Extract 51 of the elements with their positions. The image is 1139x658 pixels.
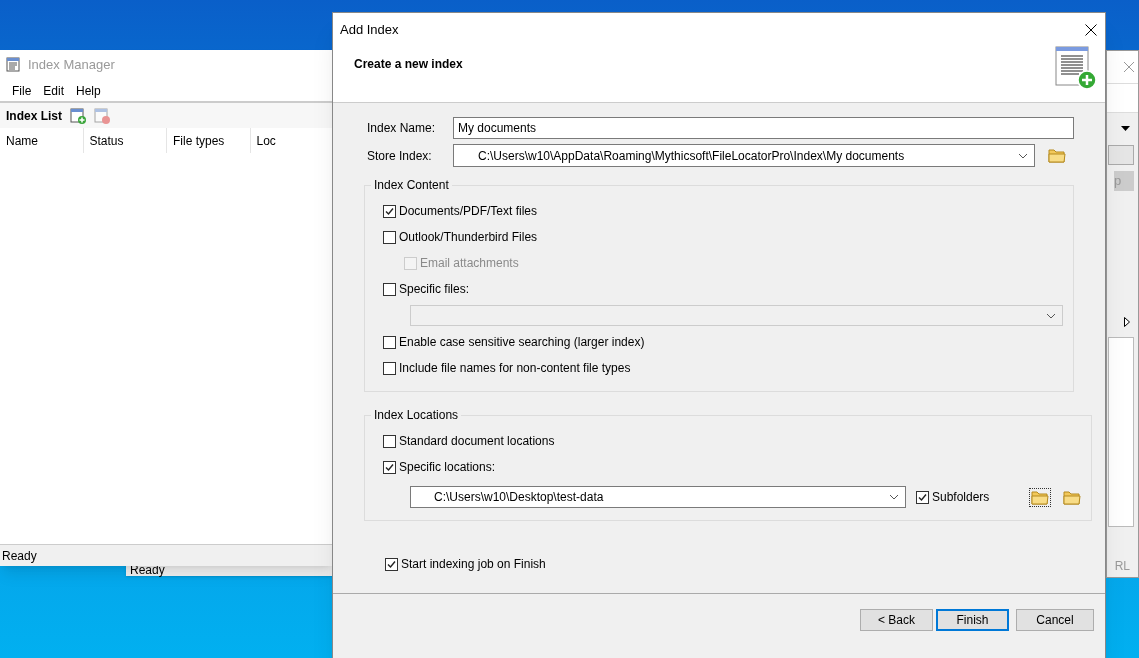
index-name-field[interactable]: My documents <box>453 116 1074 139</box>
checkbox[interactable] <box>383 434 396 448</box>
window-title: Index Manager <box>28 56 115 75</box>
menu-item[interactable]: Help <box>72 81 105 100</box>
toolbar-label: Index List <box>6 107 62 125</box>
checkbox-label: Documents/PDF/Text files <box>399 203 538 220</box>
add-index-icon[interactable] <box>70 107 86 124</box>
checkbox-label: Start indexing job on Finish <box>401 556 546 573</box>
checkbox-label: Include file names for non-content file types <box>399 360 631 377</box>
field-label: Store Index: <box>366 147 433 165</box>
checkbox[interactable] <box>383 460 396 474</box>
field-label: Index Name: <box>366 119 437 137</box>
checkbox[interactable] <box>383 361 396 375</box>
dialog-heading: Create a new index <box>354 56 463 73</box>
store-index-combo[interactable]: C:\Users\w10\AppData\Roaming\Mythicsoft\FileLocatorPro\Index\My documents <box>453 144 1035 167</box>
close-icon[interactable] <box>1085 23 1097 36</box>
checkbox[interactable] <box>383 335 396 349</box>
menu-item[interactable]: File <box>8 81 36 100</box>
checkbox[interactable] <box>916 490 929 504</box>
checkbox[interactable] <box>383 230 396 244</box>
checkbox-label: Subfolders <box>932 489 990 506</box>
checkbox-label: Specific files: <box>399 281 470 298</box>
dropdown-arrow-icon[interactable] <box>1121 125 1130 131</box>
chevron-down-icon <box>889 494 899 500</box>
text-field[interactable] <box>1107 83 1138 113</box>
app-icon <box>6 57 22 73</box>
checkbox[interactable] <box>383 204 396 218</box>
checkbox-label: Standard document locations <box>399 433 555 450</box>
column-header[interactable]: File types <box>167 128 251 153</box>
dialog-button[interactable]: Cancel <box>1016 609 1094 631</box>
checkbox-label: Enable case sensitive searching (larger index) <box>399 334 645 351</box>
status-text: RL <box>1114 558 1130 575</box>
checkbox-label: Email attachments <box>420 255 519 272</box>
dialog-title: Add Index <box>340 20 399 39</box>
status-text: Ready <box>2 547 37 565</box>
group-title: Index Locations <box>373 407 460 424</box>
column-header[interactable]: Status <box>83 128 167 153</box>
play-arrow-icon[interactable] <box>1124 317 1130 327</box>
column-header[interactable]: Name <box>0 128 84 153</box>
location-combo[interactable]: C:\Users\w10\Desktop\test-data <box>410 486 906 508</box>
dialog-button[interactable]: Finish <box>936 609 1009 631</box>
group-title: Index Content <box>373 177 450 194</box>
checkbox-label: Outlook/Thunderbird Files <box>399 229 538 246</box>
checkbox[interactable] <box>385 557 398 571</box>
dropdown-field[interactable] <box>1108 145 1134 165</box>
checkbox[interactable] <box>383 282 396 296</box>
chevron-down-icon <box>1018 152 1028 159</box>
checkbox-label: Specific locations: <box>399 459 496 476</box>
chevron-down-icon <box>1046 312 1056 319</box>
dialog-button[interactable]: < Back <box>860 609 933 631</box>
menu-item[interactable]: Edit <box>39 81 69 100</box>
